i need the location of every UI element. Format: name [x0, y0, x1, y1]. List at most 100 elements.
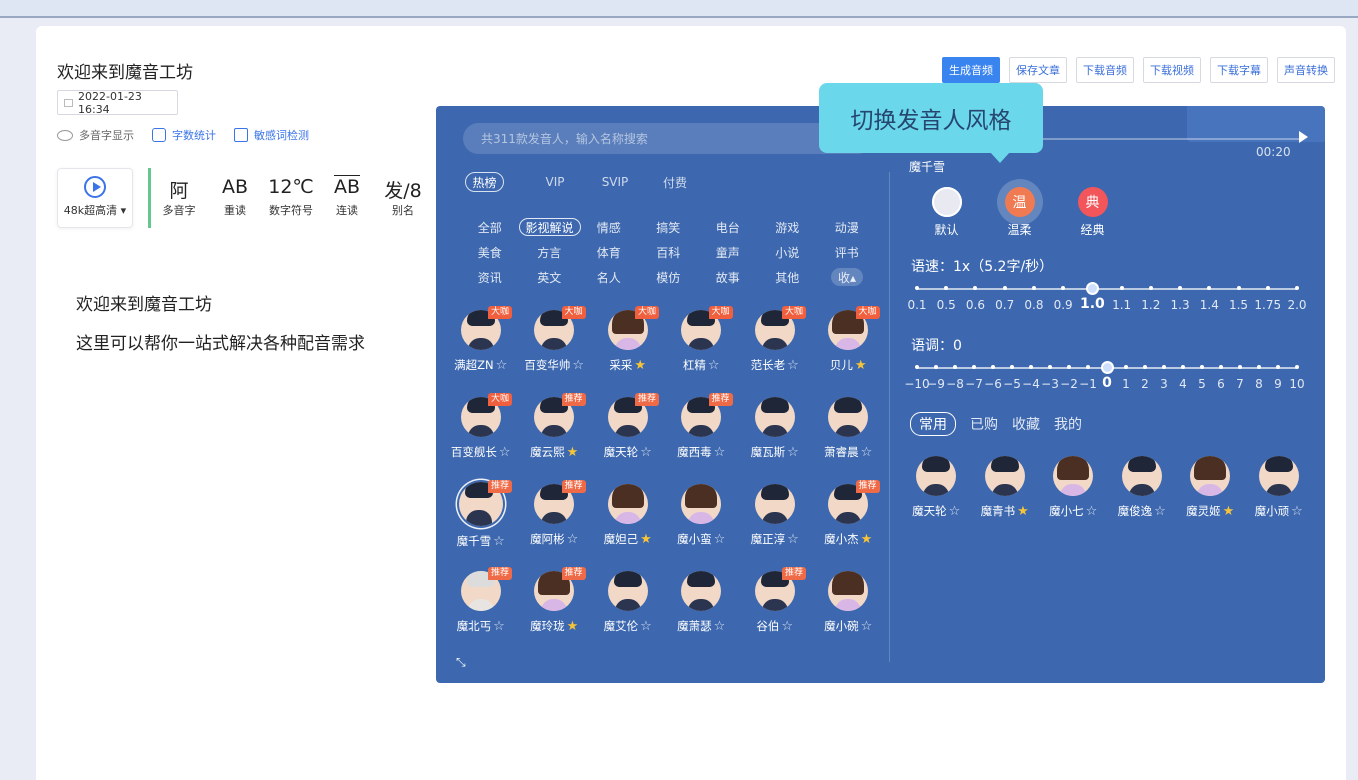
star-icon[interactable]: ☆	[1154, 505, 1166, 518]
category-tab[interactable]: 百科	[639, 243, 699, 261]
favorite-speaker[interactable]: 魔天轮 ☆	[902, 452, 971, 519]
play-icon[interactable]	[1299, 131, 1308, 143]
speaker-card[interactable]: 魔萧瑟 ☆	[665, 567, 739, 641]
speaker-card[interactable]: 大咖 杠精 ☆	[665, 306, 739, 380]
star-icon[interactable]: ★	[1017, 505, 1029, 518]
star-icon[interactable]: ☆	[787, 359, 799, 372]
category-tab[interactable]: 其他	[758, 268, 818, 286]
star-icon[interactable]: ☆	[708, 359, 720, 372]
speaker-card[interactable]: 魔瓦斯 ☆	[738, 393, 812, 467]
category-tab[interactable]: 电台	[698, 218, 758, 236]
category-tab[interactable]: 英文	[520, 268, 580, 286]
pitch-slider[interactable]	[915, 361, 1299, 374]
category-tab[interactable]: 小说	[758, 243, 818, 261]
speaker-card[interactable]: 大咖 范长老 ☆	[738, 306, 812, 380]
speaker-card[interactable]: 大咖 贝儿 ★	[812, 306, 886, 380]
star-icon[interactable]: ☆	[1086, 505, 1098, 518]
star-icon[interactable]: ★	[567, 446, 579, 459]
sensitive-check-button[interactable]: 敏感词检测	[234, 127, 309, 143]
category-tab[interactable]: 名人	[579, 268, 639, 286]
slider-knob[interactable]	[1086, 282, 1100, 295]
tier-tab[interactable]: VIP	[525, 172, 585, 192]
category-tab[interactable]: 影视解说	[518, 218, 581, 236]
favorites-tab[interactable]: 我的	[1054, 414, 1082, 434]
speaker-card[interactable]: 大咖 满超ZN ☆	[444, 306, 518, 380]
star-icon[interactable]: ☆	[714, 620, 726, 633]
speaker-card[interactable]: 推荐 魔西毒 ☆	[665, 393, 739, 467]
category-tab[interactable]: 游戏	[758, 218, 818, 236]
speaker-card[interactable]: 魔妲己 ★	[591, 480, 665, 554]
star-icon[interactable]: ☆	[499, 446, 511, 459]
speaker-card[interactable]: 推荐 魔阿彬 ☆	[518, 480, 592, 554]
collapse-categories-button[interactable]: 收▴	[831, 268, 863, 286]
star-icon[interactable]: ☆	[496, 359, 508, 372]
speaker-search-input[interactable]: 共311款发音人，输入名称搜索	[463, 123, 873, 154]
star-icon[interactable]: ☆	[493, 535, 505, 548]
category-tab[interactable]: 评书	[817, 243, 877, 261]
style-option[interactable]: 默认	[910, 186, 983, 238]
speaker-card[interactable]: 萧睿晨 ☆	[812, 393, 886, 467]
speaker-card[interactable]: 推荐 魔玲珑 ★	[518, 567, 592, 641]
favorites-tab[interactable]: 已购	[970, 414, 998, 434]
slider-knob[interactable]	[1101, 361, 1114, 374]
download-subtitle-button[interactable]: 下载字幕	[1210, 57, 1268, 83]
format-stress[interactable]: AB 重读	[207, 168, 263, 228]
voice-convert-button[interactable]: 声音转换	[1277, 57, 1335, 83]
quality-selector[interactable]: 48k超高清 ▾	[57, 168, 133, 228]
favorites-tab[interactable]: 收藏	[1012, 414, 1040, 434]
category-tab[interactable]: 全部	[460, 218, 520, 236]
category-tab[interactable]: 故事	[698, 268, 758, 286]
download-video-button[interactable]: 下载视频	[1143, 57, 1201, 83]
category-tab[interactable]: 方言	[520, 243, 580, 261]
speaker-card[interactable]: 大咖 百变舰长 ☆	[444, 393, 518, 467]
star-icon[interactable]: ★	[855, 359, 867, 372]
category-tab[interactable]: 动漫	[817, 218, 877, 236]
category-tab[interactable]: 情感	[579, 218, 639, 236]
speaker-card[interactable]: 推荐 魔北丐 ☆	[444, 567, 518, 641]
category-tab[interactable]: 资讯	[460, 268, 520, 286]
star-icon[interactable]: ☆	[567, 533, 579, 546]
star-icon[interactable]: ☆	[781, 620, 793, 633]
doc-line[interactable]: 这里可以帮你一站式解决各种配音需求	[76, 329, 365, 354]
category-tab[interactable]: 模仿	[639, 268, 699, 286]
speaker-card[interactable]: 魔小蛮 ☆	[665, 480, 739, 554]
speaker-card[interactable]: 推荐 魔云熙 ★	[518, 393, 592, 467]
save-article-button[interactable]: 保存文章	[1009, 57, 1067, 83]
favorite-speaker[interactable]: 魔小七 ☆	[1039, 452, 1108, 519]
category-tab[interactable]: 童声	[698, 243, 758, 261]
speaker-card[interactable]: 魔艾伦 ☆	[591, 567, 665, 641]
tier-tab[interactable]: 付费	[645, 172, 705, 192]
speed-slider[interactable]	[915, 282, 1299, 295]
star-icon[interactable]: ☆	[640, 620, 652, 633]
favorites-tab[interactable]: 常用	[910, 412, 956, 436]
speaker-card[interactable]: 大咖 采采 ★	[591, 306, 665, 380]
star-icon[interactable]: ☆	[640, 446, 652, 459]
star-icon[interactable]: ☆	[493, 620, 505, 633]
category-tab[interactable]: 搞笑	[639, 218, 699, 236]
tier-tab[interactable]: 热榜	[465, 172, 504, 192]
doc-line[interactable]: 欢迎来到魔音工坊	[76, 290, 212, 315]
speaker-card[interactable]: 推荐 谷伯 ☆	[738, 567, 812, 641]
speaker-card[interactable]: 魔正淳 ☆	[738, 480, 812, 554]
category-tab[interactable]: 体育	[579, 243, 639, 261]
style-option[interactable]: 典经典	[1056, 186, 1129, 238]
style-option[interactable]: 温温柔	[983, 186, 1056, 238]
star-icon[interactable]: ☆	[572, 359, 584, 372]
star-icon[interactable]: ★	[640, 533, 652, 546]
favorite-speaker[interactable]: 魔小顽 ☆	[1245, 452, 1314, 519]
star-icon[interactable]: ★	[1223, 505, 1235, 518]
star-icon[interactable]: ★	[634, 359, 646, 372]
star-icon[interactable]: ★	[861, 533, 873, 546]
word-count-button[interactable]: 字数统计	[152, 127, 216, 143]
speaker-card[interactable]: 大咖 百变华帅 ☆	[518, 306, 592, 380]
star-icon[interactable]: ☆	[861, 446, 873, 459]
star-icon[interactable]: ☆	[714, 533, 726, 546]
star-icon[interactable]: ☆	[787, 446, 799, 459]
format-polyphone[interactable]: 阿多音字	[151, 168, 207, 228]
tier-tab[interactable]: SVIP	[585, 172, 645, 192]
speaker-card[interactable]: 推荐 魔千雪 ☆	[444, 480, 518, 554]
speaker-card[interactable]: 推荐 魔小杰 ★	[812, 480, 886, 554]
favorite-speaker[interactable]: 魔俊逸 ☆	[1108, 452, 1177, 519]
speaker-card[interactable]: 推荐 魔天轮 ☆	[591, 393, 665, 467]
star-icon[interactable]: ★	[567, 620, 579, 633]
